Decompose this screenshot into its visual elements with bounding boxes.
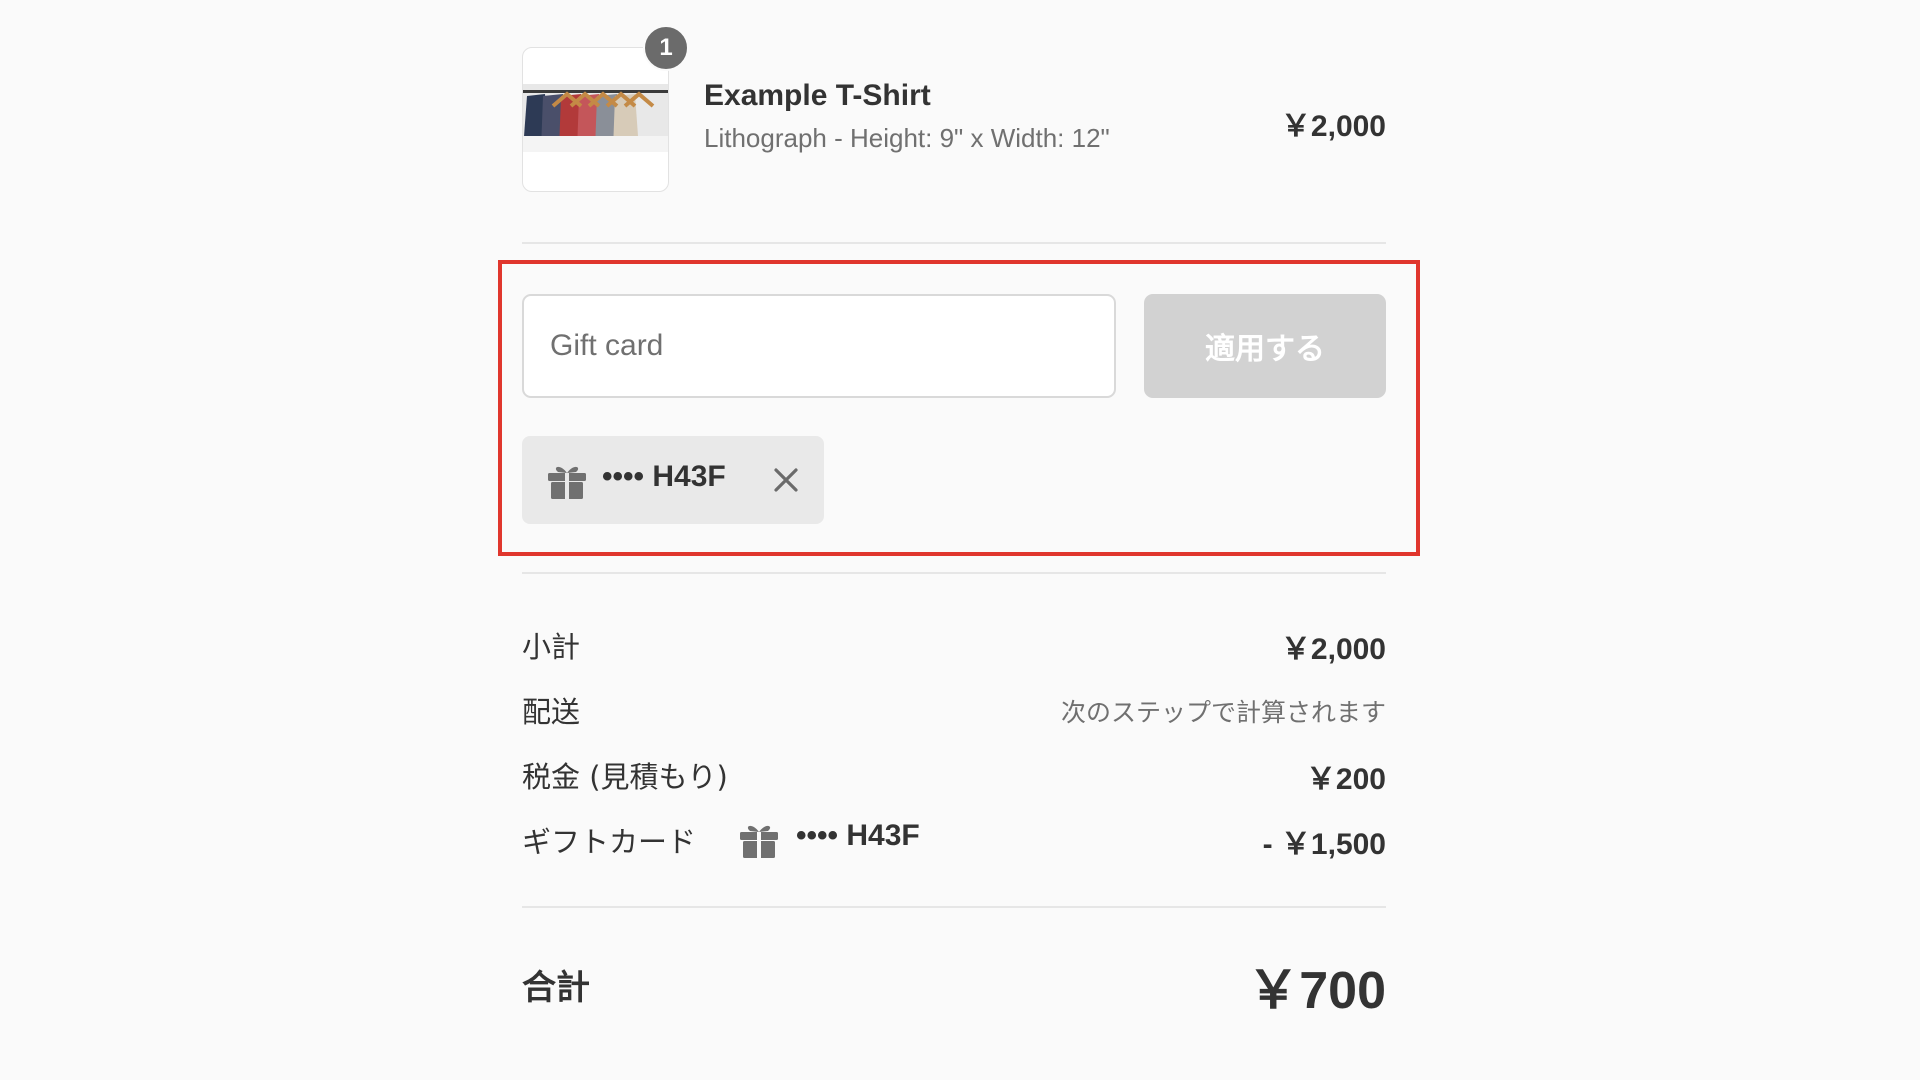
shipping-label: 配送 (522, 695, 581, 729)
product-image (523, 84, 668, 152)
gift-card-label: ギフトカード (522, 825, 697, 859)
subtotal-row: 小計 ￥2,000 (522, 624, 1386, 668)
divider (522, 242, 1386, 244)
quantity-badge: 1 (643, 25, 689, 71)
tax-label: 税金 (見積もり) (522, 760, 728, 794)
gift-card-code: •••• H43F (796, 819, 920, 852)
product-thumbnail (522, 47, 669, 192)
divider (522, 906, 1386, 908)
product-price: ￥2,000 (1280, 110, 1386, 143)
gift-icon (738, 820, 780, 865)
subtotal-value: ￥2,000 (1280, 633, 1386, 666)
total-value: ￥700 (1247, 962, 1386, 1020)
divider (522, 572, 1386, 574)
gift-card-value: - ￥1,500 (1262, 828, 1386, 861)
gift-card-input[interactable] (522, 294, 1116, 398)
total-label: 合計 (522, 968, 590, 1008)
product-name: Example T-Shirt (704, 79, 931, 112)
clothes-rack-image (523, 84, 668, 152)
applied-gift-card-code: •••• H43F (602, 460, 726, 493)
applied-gift-card-tag: •••• H43F (522, 436, 824, 524)
tax-row: 税金 (見積もり) ￥200 (522, 754, 1386, 798)
gift-icon (546, 461, 588, 506)
product-variant: Lithograph - Height: 9" x Width: 12" (704, 123, 1110, 153)
close-icon[interactable] (768, 462, 804, 498)
apply-button[interactable]: 適用する (1144, 294, 1386, 398)
shipping-value: 次のステップで計算されます (1060, 698, 1386, 727)
gift-card-row: ギフトカード •••• H43F - ￥1,500 (522, 819, 1386, 863)
line-item: 1 Example T-Shirt Lithograph - Height: 9… (522, 25, 1386, 192)
shipping-row: 配送 次のステップで計算されます (522, 689, 1386, 733)
subtotal-label: 小計 (522, 630, 581, 664)
tax-value: ￥200 (1305, 763, 1386, 796)
